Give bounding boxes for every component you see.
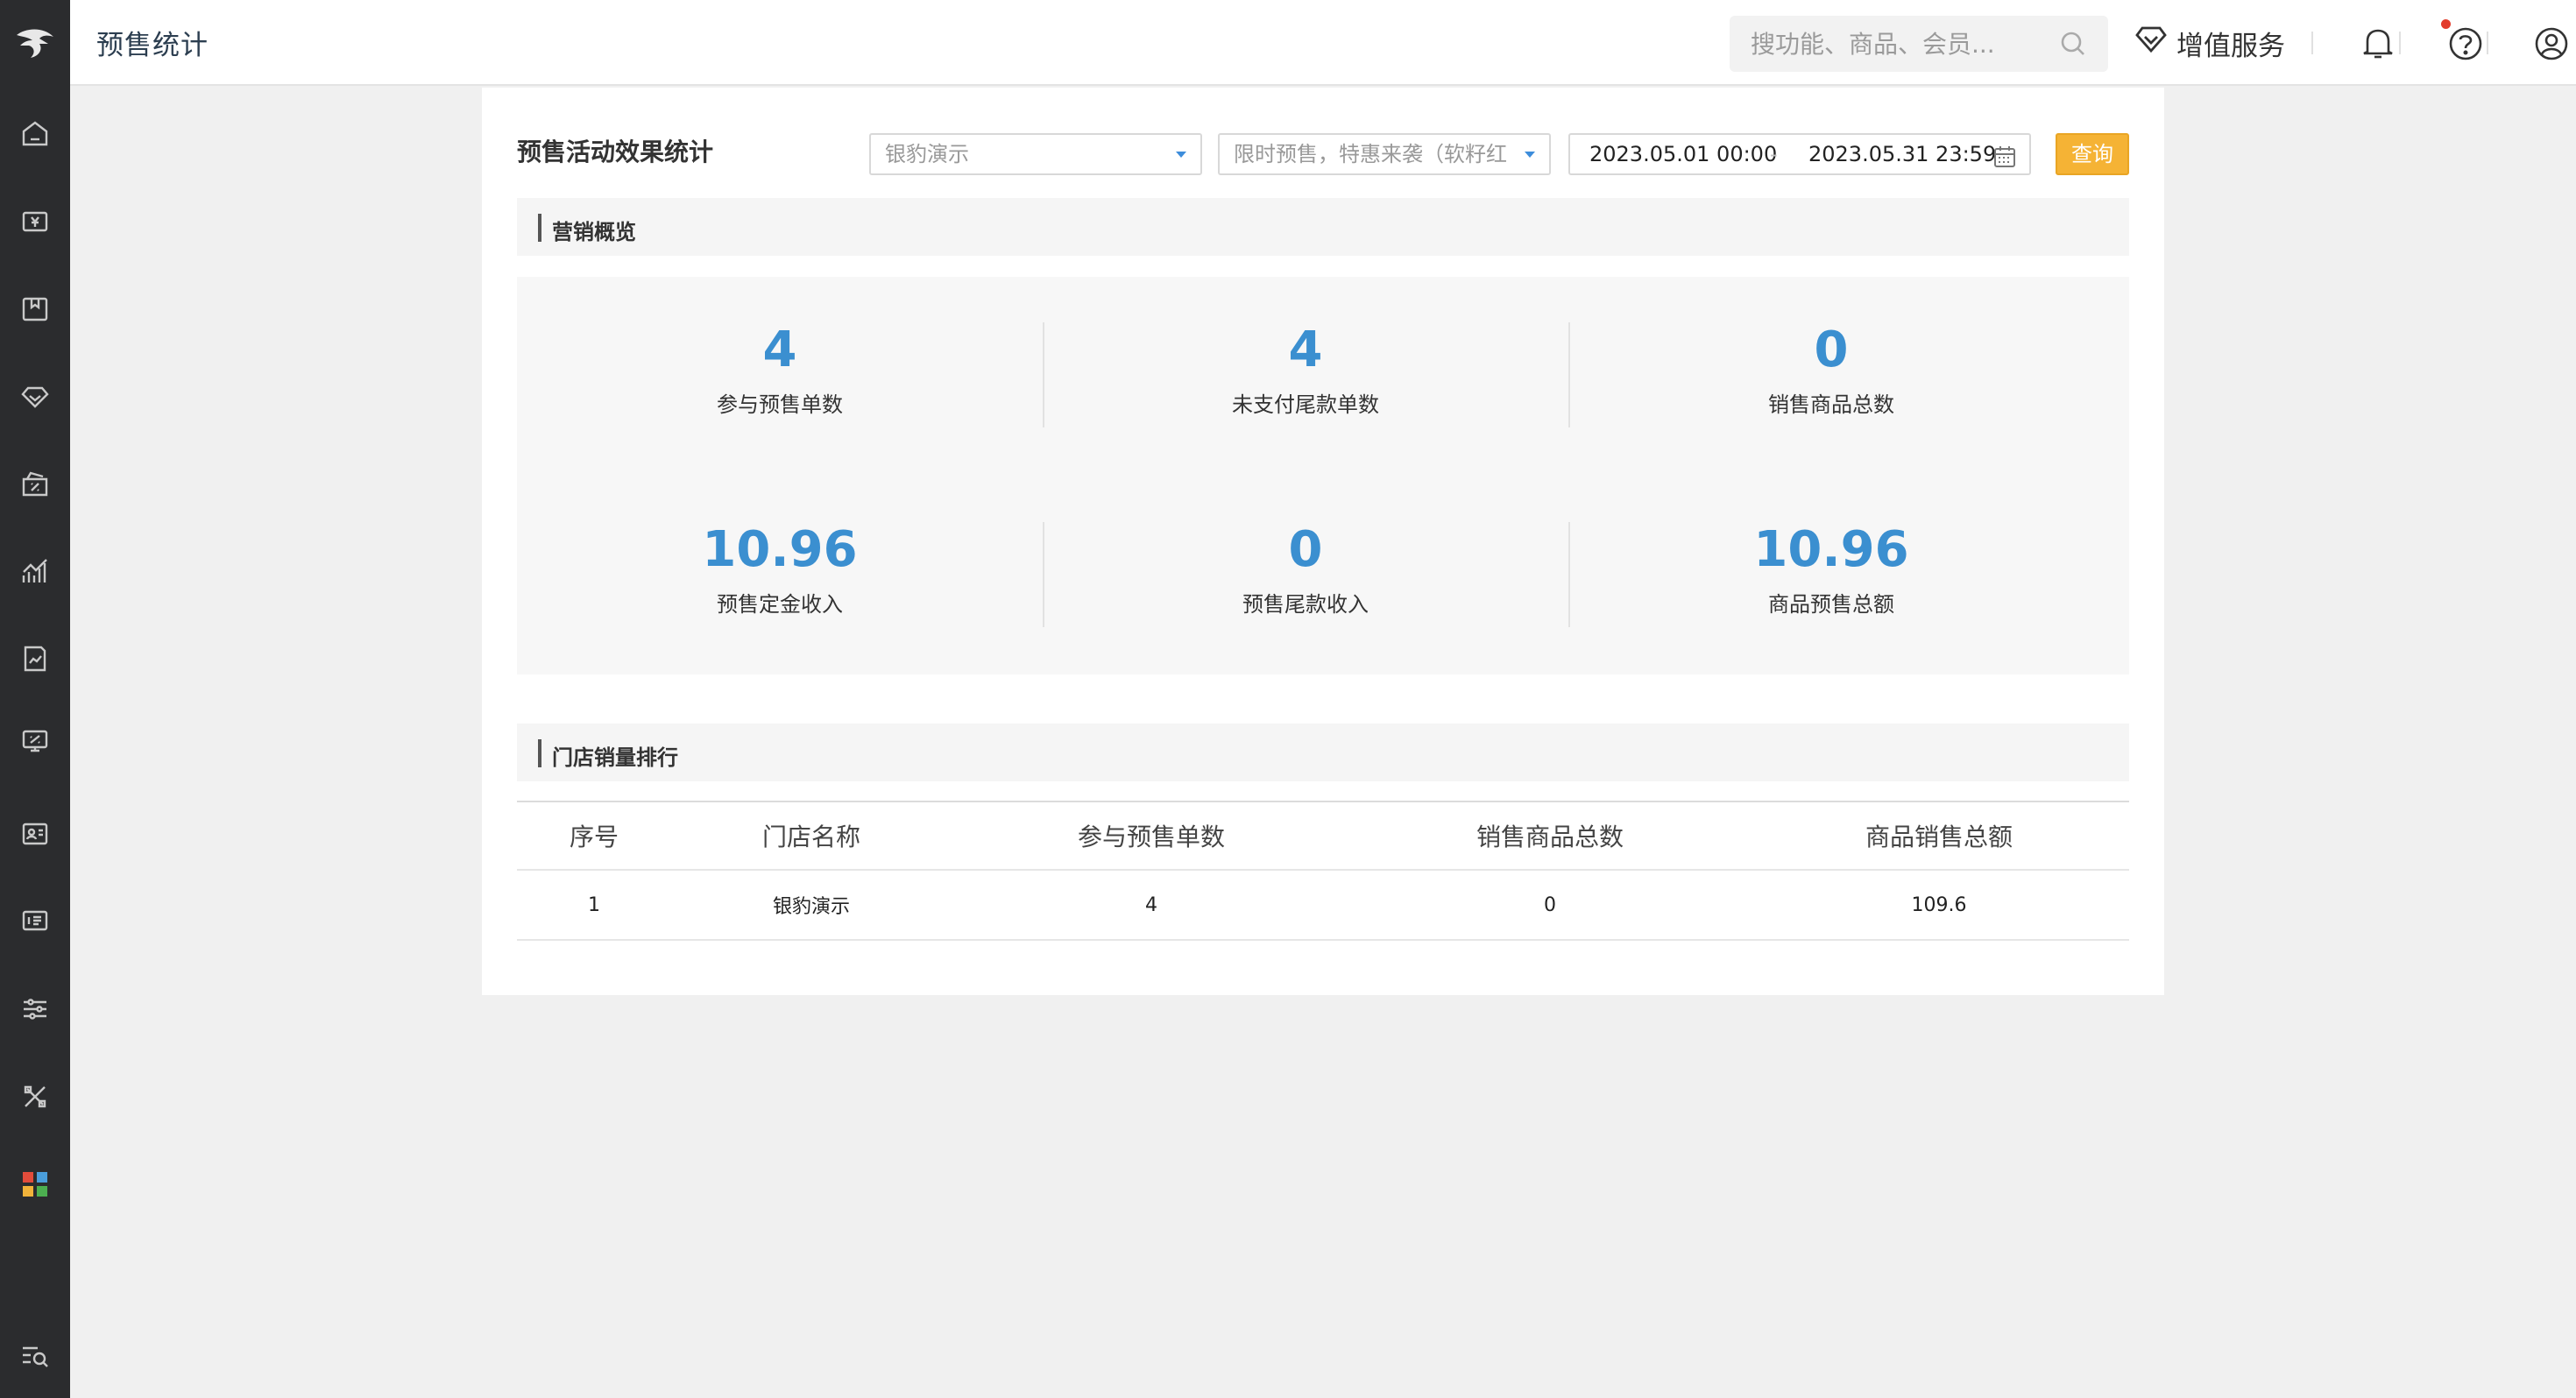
global-search[interactable] (1730, 16, 2108, 72)
date-end[interactable]: 2023.05.31 23:59 (1808, 135, 1996, 173)
value-added-services-button[interactable]: 增值服务 (2134, 23, 2285, 63)
activity-select-value: 限时预售，特惠来袭（软籽红 (1234, 142, 1507, 166)
header-divider (2399, 32, 2401, 54)
stat-deposit-income: 10.96 预售定金收入 (517, 522, 1043, 618)
cashier-icon[interactable] (18, 203, 53, 238)
stat-value: 4 (1288, 321, 1323, 378)
stat-value: 10.96 (702, 521, 858, 578)
stat-presale-orders: 4 参与预售单数 (517, 322, 1043, 418)
card-title: 预售活动效果统计 (517, 138, 714, 166)
search-input[interactable] (1751, 28, 2049, 60)
help-icon[interactable] (2446, 25, 2485, 63)
stat-label: 预售定金收入 (717, 592, 843, 617)
stat-value: 10.96 (1753, 521, 1909, 578)
stat-balance-income: 0 预售尾款收入 (1043, 522, 1568, 618)
overview-stats: 4 参与预售单数 4 未支付尾款单数 0 销售商品总数 10.96 预售定金收入… (517, 277, 2129, 674)
stat-unpaid-balance-orders: 4 未支付尾款单数 (1043, 322, 1568, 418)
value-added-services-label: 增值服务 (2176, 30, 2285, 62)
overview-title: 营销概览 (552, 220, 636, 244)
report-icon[interactable] (18, 641, 53, 676)
bell-icon[interactable] (2359, 25, 2397, 63)
diamond-icon (2134, 25, 2168, 61)
header-divider (2487, 32, 2488, 54)
table-row[interactable]: 1 银豹演示 4 0 109.6 (517, 870, 2129, 941)
chevron-down-icon (1176, 152, 1186, 158)
column-header[interactable]: 商品销售总额 (1749, 801, 2129, 871)
ranking-section-header: 门店销量排行 (517, 724, 2129, 781)
stat-goods-sold: 0 销售商品总数 (1568, 322, 2094, 418)
staff-icon[interactable] (18, 816, 53, 851)
member-diamond-icon[interactable] (18, 378, 53, 413)
stat-value: 4 (762, 321, 797, 378)
stat-label: 预售尾款收入 (1242, 592, 1369, 617)
ranking-title: 门店销量排行 (552, 745, 678, 770)
stat-label: 销售商品总数 (1768, 392, 1894, 417)
chevron-down-icon (1525, 152, 1535, 158)
settings-icon[interactable] (18, 992, 53, 1027)
store-ranking-table: 序号 门店名称 参与预售单数 销售商品总数 商品销售总额 1 银豹演示 4 0 … (517, 801, 2129, 941)
home-icon[interactable] (18, 116, 53, 151)
stat-label: 商品预售总额 (1768, 592, 1894, 617)
stat-label: 参与预售单数 (717, 392, 843, 417)
date-range-picker[interactable]: 2023.05.01 00:00 - 2023.05.31 23:59 (1568, 133, 2031, 175)
message-icon[interactable] (18, 904, 53, 939)
stat-presale-total: 10.96 商品预售总额 (1568, 522, 2094, 618)
query-button[interactable]: 查询 (2056, 133, 2129, 175)
calendar-icon[interactable] (1992, 143, 2017, 181)
analytics-icon[interactable] (18, 554, 53, 589)
stat-label: 未支付尾款单数 (1232, 392, 1379, 417)
apps-icon[interactable] (18, 1167, 53, 1202)
search-icon[interactable] (2059, 30, 2087, 61)
table-cell: 0 (1351, 870, 1749, 941)
sidebar (0, 0, 70, 1398)
table-cell: 4 (952, 870, 1351, 941)
stat-value: 0 (1288, 521, 1323, 578)
activity-select[interactable]: 限时预售，特惠来袭（软籽红 (1218, 133, 1551, 175)
goods-icon[interactable] (18, 291, 53, 326)
stat-value: 0 (1814, 321, 1849, 378)
column-header[interactable]: 参与预售单数 (952, 801, 1351, 871)
user-account-icon[interactable] (2532, 25, 2571, 63)
section-marker (538, 214, 541, 242)
coupon-icon[interactable] (18, 466, 53, 501)
section-marker (538, 739, 541, 767)
table-cell: 1 (517, 870, 671, 941)
top-header: 预售统计 增值服务 (70, 0, 2576, 86)
column-header[interactable]: 门店名称 (671, 801, 952, 871)
logo-icon[interactable] (0, 0, 70, 86)
store-select[interactable]: 银豹演示 (869, 133, 1202, 175)
presale-stats-card: 预售活动效果统计 银豹演示 限时预售，特惠来袭（软籽红 2023.05.01 0… (482, 88, 2164, 995)
table-cell: 银豹演示 (671, 870, 952, 941)
column-header[interactable]: 销售商品总数 (1351, 801, 1749, 871)
overview-section-header: 营销概览 (517, 198, 2129, 256)
tools-icon[interactable] (18, 1079, 53, 1114)
table-cell: 109.6 (1749, 870, 2129, 941)
date-separator: - (1770, 142, 1778, 166)
date-start[interactable]: 2023.05.01 00:00 (1589, 135, 1777, 173)
column-header[interactable]: 序号 (517, 801, 671, 871)
page-title: 预售统计 (96, 30, 209, 61)
search-menu-icon[interactable] (18, 1338, 53, 1373)
finance-icon[interactable] (18, 724, 53, 759)
store-select-value: 银豹演示 (885, 142, 969, 166)
table-header-row: 序号 门店名称 参与预售单数 销售商品总数 商品销售总额 (517, 801, 2129, 871)
header-divider (2311, 32, 2313, 54)
